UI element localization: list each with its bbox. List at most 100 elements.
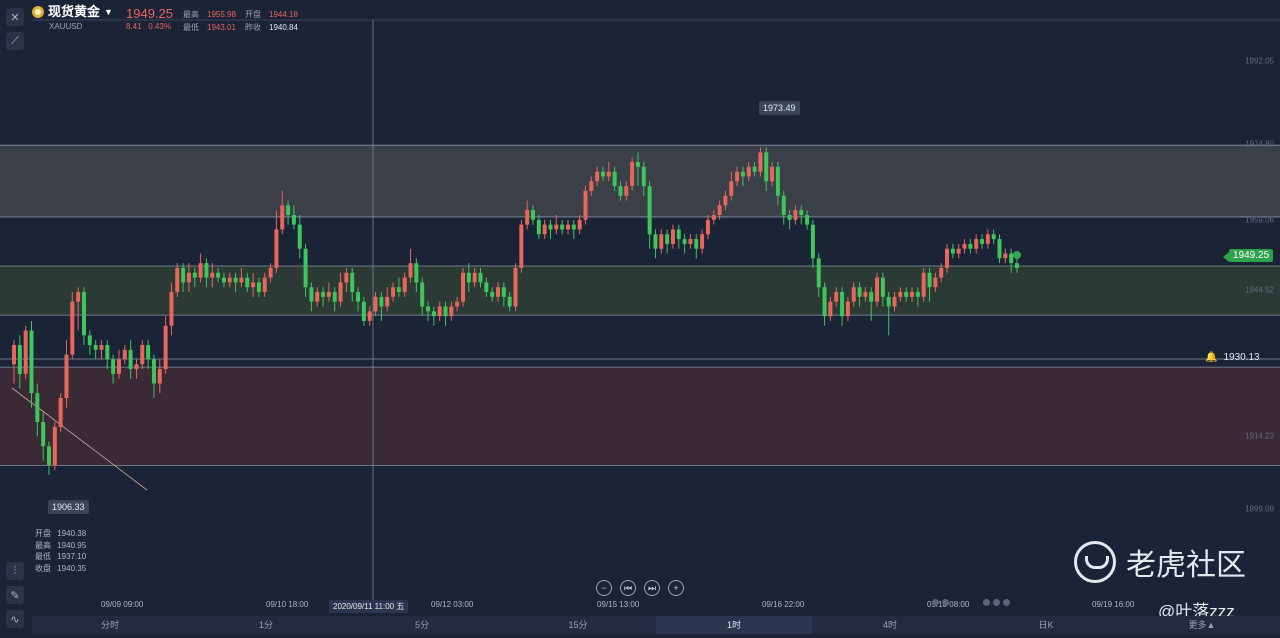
candle-body	[869, 292, 874, 302]
candle-body	[122, 349, 127, 360]
candle[interactable]	[1003, 248, 1008, 264]
tab-more[interactable]: 更多▲	[1124, 616, 1280, 634]
price-alert[interactable]: 🔔 1930.13	[1205, 352, 1260, 363]
candle[interactable]	[781, 190, 786, 225]
tab-1hour[interactable]: 1时	[656, 616, 812, 634]
candle[interactable]	[565, 219, 570, 235]
scroll-start-button[interactable]: ⏮	[620, 580, 636, 596]
candle-body	[805, 214, 810, 225]
candle-body	[233, 277, 238, 283]
candle[interactable]	[122, 345, 127, 365]
candle[interactable]	[956, 243, 961, 259]
y-tick-label: 1914.23	[1245, 431, 1274, 440]
stat-value: 1943.01	[207, 23, 236, 32]
candle[interactable]	[822, 282, 827, 326]
candle[interactable]	[554, 214, 559, 235]
candle[interactable]	[105, 340, 110, 370]
top-toolbar: ✕ ⟋	[6, 8, 24, 50]
candle[interactable]	[46, 441, 51, 476]
candle[interactable]	[513, 263, 518, 312]
candle-body	[670, 229, 675, 244]
candle[interactable]	[87, 330, 92, 355]
candle[interactable]	[665, 229, 670, 254]
candle[interactable]	[81, 287, 86, 346]
candle-body	[700, 234, 705, 249]
candle[interactable]	[676, 224, 681, 249]
dropdown-caret-icon[interactable]: ▼	[104, 6, 113, 18]
tab-day[interactable]: 日K	[968, 616, 1124, 634]
candle[interactable]	[23, 325, 28, 379]
candle[interactable]	[875, 272, 880, 307]
candle[interactable]	[974, 234, 979, 254]
candle[interactable]	[408, 248, 413, 283]
tab-15min[interactable]: 15分	[500, 616, 656, 634]
zoom-out-button[interactable]: −	[596, 580, 612, 596]
candle[interactable]	[962, 239, 967, 254]
candle[interactable]	[140, 340, 145, 370]
candle[interactable]	[653, 229, 658, 259]
candle-body	[665, 234, 670, 244]
candle[interactable]	[571, 219, 576, 240]
scroll-end-button[interactable]: ⏭	[644, 580, 660, 596]
candle[interactable]	[548, 219, 553, 240]
candle-body	[99, 345, 104, 350]
candle[interactable]	[461, 267, 466, 307]
candle[interactable]	[991, 229, 996, 244]
price-chart[interactable]: 1992.05 1974.80 1959.06 1944.52 1914.23 1899.…	[0, 0, 1280, 616]
y-tick-label: 1944.52	[1245, 286, 1274, 295]
candle[interactable]	[997, 234, 1002, 264]
indicators-icon[interactable]: ⫶	[6, 562, 24, 580]
candle[interactable]	[980, 234, 985, 249]
candle[interactable]	[630, 157, 635, 191]
close-icon[interactable]: ✕	[6, 8, 24, 26]
candle[interactable]	[659, 229, 664, 254]
candle[interactable]	[58, 393, 63, 432]
candle[interactable]	[297, 214, 302, 259]
candle[interactable]	[968, 239, 973, 254]
candle[interactable]	[99, 340, 104, 360]
candle[interactable]	[93, 340, 98, 360]
candle[interactable]	[647, 181, 652, 249]
candle[interactable]	[583, 186, 588, 225]
candle[interactable]	[52, 422, 57, 471]
candle[interactable]	[705, 214, 710, 240]
candle[interactable]	[840, 287, 845, 326]
candle[interactable]	[682, 234, 687, 254]
candle[interactable]	[519, 219, 524, 273]
chart-type-icon[interactable]: ∿	[6, 610, 24, 628]
candle[interactable]	[146, 340, 151, 370]
candle[interactable]	[536, 214, 541, 240]
candle[interactable]	[688, 234, 693, 249]
candle[interactable]	[542, 219, 547, 240]
gold-icon	[32, 6, 44, 18]
symbol-header[interactable]: 现货黄金 ▼	[32, 5, 113, 18]
tab-1min[interactable]: 1分	[188, 616, 344, 634]
candle[interactable]	[700, 229, 705, 254]
bell-icon[interactable]: 🔔	[1205, 352, 1217, 363]
trendline-icon[interactable]: ⟋	[6, 32, 24, 50]
tab-timeshare[interactable]: 分时	[32, 616, 188, 634]
candle[interactable]	[175, 263, 180, 297]
candle[interactable]	[694, 234, 699, 259]
candle-body	[186, 272, 191, 283]
candle[interactable]	[274, 210, 279, 273]
zoom-in-button[interactable]: +	[668, 580, 684, 596]
candle[interactable]	[950, 243, 955, 259]
candle[interactable]	[64, 340, 69, 408]
candle[interactable]	[560, 219, 565, 235]
candle[interactable]	[577, 214, 582, 235]
pen-icon[interactable]: ✎	[6, 586, 24, 604]
candle[interactable]	[70, 292, 75, 360]
tab-5min[interactable]: 5分	[344, 616, 500, 634]
candle[interactable]	[985, 229, 990, 249]
candle-body	[1015, 263, 1019, 268]
candle-body	[379, 296, 384, 307]
chart-nav: − ⏮ ⏭ +	[596, 580, 684, 596]
candle[interactable]	[163, 316, 168, 374]
candle-body	[583, 190, 588, 220]
candle[interactable]	[670, 224, 675, 249]
candle[interactable]	[810, 219, 815, 268]
candle[interactable]	[921, 267, 926, 302]
tab-4hour[interactable]: 4时	[812, 616, 968, 634]
candle-body	[461, 272, 466, 302]
